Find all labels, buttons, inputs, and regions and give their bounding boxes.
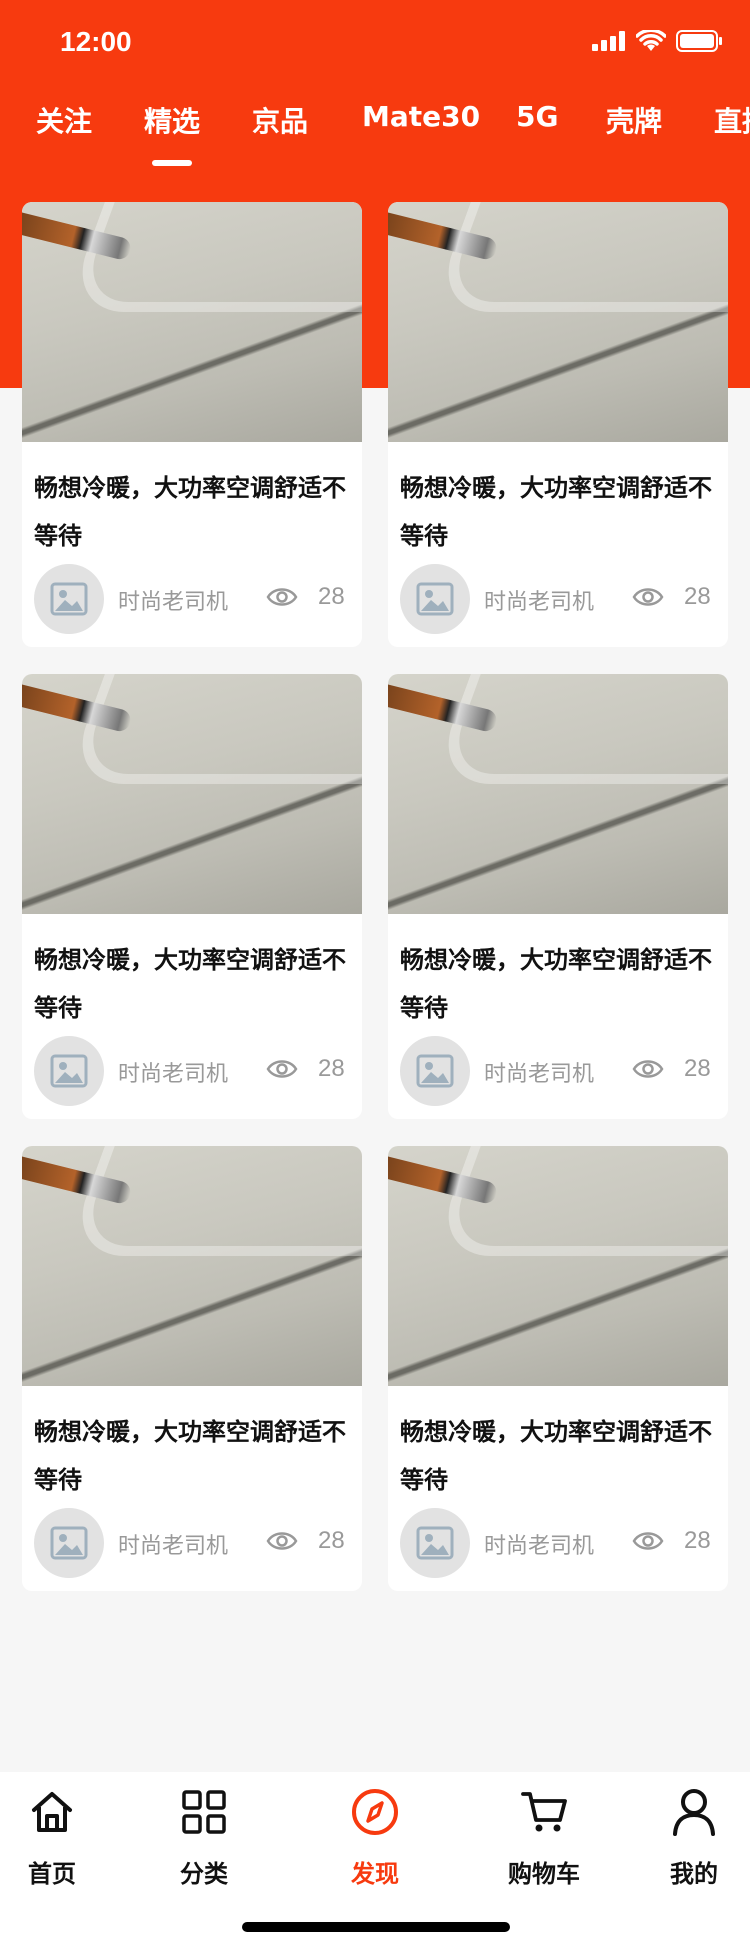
nav-cart[interactable]: 购物车 bbox=[484, 1784, 604, 1889]
article-title: 畅想冷暖，大功率空调舒适不等待 bbox=[400, 474, 712, 550]
image-placeholder-icon bbox=[416, 1054, 454, 1088]
nav-label: 购物车 bbox=[508, 1860, 580, 1888]
view-count: 28 bbox=[684, 583, 711, 610]
author-name: 时尚老司机 bbox=[118, 1534, 229, 1559]
category-tabs: 关注 精选 京品 Mate30 5G 壳牌 直播 bbox=[0, 100, 750, 180]
article-card[interactable]: 畅想冷暖，大功率空调舒适不等待 时尚老司机 28 bbox=[22, 674, 362, 1119]
article-title: 畅想冷暖，大功率空调舒适不等待 bbox=[34, 474, 346, 550]
article-meta: 时尚老司机 28 bbox=[34, 1036, 354, 1106]
tab-featured[interactable]: 精选 bbox=[144, 100, 200, 166]
tab-jingpin[interactable]: 京品 bbox=[252, 100, 308, 140]
status-time: 12:00 bbox=[60, 26, 132, 57]
nav-discover[interactable]: 发现 bbox=[315, 1784, 435, 1889]
active-tab-underline bbox=[152, 160, 192, 166]
view-count: 28 bbox=[318, 583, 345, 610]
image-placeholder-icon bbox=[416, 582, 454, 616]
author-name: 时尚老司机 bbox=[484, 1062, 595, 1087]
article-image bbox=[388, 1146, 728, 1386]
view-count: 28 bbox=[684, 1527, 711, 1554]
article-card[interactable]: 畅想冷暖，大功率空调舒适不等待 时尚老司机 28 bbox=[388, 1146, 728, 1591]
view-count: 28 bbox=[318, 1527, 345, 1554]
article-meta: 时尚老司机 28 bbox=[400, 1036, 720, 1106]
compass-icon bbox=[352, 1789, 398, 1835]
article-card[interactable]: 畅想冷暖，大功率空调舒适不等待 时尚老司机 28 bbox=[388, 202, 728, 647]
author-name: 时尚老司机 bbox=[484, 590, 595, 615]
wifi-icon bbox=[636, 30, 666, 51]
article-card[interactable]: 畅想冷暖，大功率空调舒适不等待 时尚老司机 28 bbox=[22, 202, 362, 647]
nav-label: 首页 bbox=[28, 1860, 76, 1888]
cart-icon bbox=[521, 1792, 567, 1832]
home-icon bbox=[32, 1792, 72, 1832]
tab-live[interactable]: 直播 bbox=[714, 100, 750, 140]
eye-icon bbox=[632, 1060, 664, 1078]
article-image bbox=[22, 202, 362, 442]
home-indicator bbox=[242, 1922, 510, 1932]
image-placeholder-icon bbox=[50, 1054, 88, 1088]
tab-5g[interactable]: 5G bbox=[516, 100, 558, 133]
category-grid-icon bbox=[182, 1790, 226, 1834]
nav-label: 我的 bbox=[670, 1860, 718, 1888]
article-card[interactable]: 畅想冷暖，大功率空调舒适不等待 时尚老司机 28 bbox=[22, 1146, 362, 1591]
image-placeholder-icon bbox=[50, 1526, 88, 1560]
avatar[interactable] bbox=[34, 1508, 104, 1578]
eye-icon bbox=[266, 1532, 298, 1550]
avatar[interactable] bbox=[400, 1508, 470, 1578]
avatar[interactable] bbox=[400, 1036, 470, 1106]
avatar[interactable] bbox=[34, 564, 104, 634]
article-title: 畅想冷暖，大功率空调舒适不等待 bbox=[400, 946, 712, 1022]
article-title: 畅想冷暖，大功率空调舒适不等待 bbox=[34, 1418, 346, 1494]
article-card[interactable]: 畅想冷暖，大功率空调舒适不等待 时尚老司机 28 bbox=[388, 674, 728, 1119]
eye-icon bbox=[632, 588, 664, 606]
nav-label: 分类 bbox=[180, 1860, 228, 1888]
signal-icon bbox=[592, 31, 625, 51]
status-icons bbox=[592, 30, 722, 52]
user-icon bbox=[673, 1789, 715, 1836]
eye-icon bbox=[632, 1532, 664, 1550]
article-image bbox=[22, 1146, 362, 1386]
eye-icon bbox=[266, 588, 298, 606]
battery-icon bbox=[676, 30, 722, 52]
author-name: 时尚老司机 bbox=[118, 1062, 229, 1087]
article-title: 畅想冷暖，大功率空调舒适不等待 bbox=[34, 946, 346, 1022]
nav-mine[interactable]: 我的 bbox=[634, 1784, 750, 1889]
view-count: 28 bbox=[318, 1055, 345, 1082]
article-image bbox=[388, 202, 728, 442]
article-title: 畅想冷暖，大功率空调舒适不等待 bbox=[400, 1418, 712, 1494]
author-name: 时尚老司机 bbox=[484, 1534, 595, 1559]
tab-mate30[interactable]: Mate30 bbox=[362, 100, 480, 133]
avatar[interactable] bbox=[400, 564, 470, 634]
article-meta: 时尚老司机 28 bbox=[400, 564, 720, 634]
article-image bbox=[388, 674, 728, 914]
nav-label: 发现 bbox=[351, 1860, 399, 1888]
view-count: 28 bbox=[684, 1055, 711, 1082]
avatar[interactable] bbox=[34, 1036, 104, 1106]
tab-shell[interactable]: 壳牌 bbox=[606, 100, 662, 140]
article-meta: 时尚老司机 28 bbox=[34, 1508, 354, 1578]
tab-follow[interactable]: 关注 bbox=[36, 100, 92, 140]
nav-home[interactable]: 首页 bbox=[0, 1784, 112, 1889]
author-name: 时尚老司机 bbox=[118, 590, 229, 615]
image-placeholder-icon bbox=[50, 582, 88, 616]
nav-category[interactable]: 分类 bbox=[144, 1784, 264, 1889]
article-meta: 时尚老司机 28 bbox=[34, 564, 354, 634]
article-image bbox=[22, 674, 362, 914]
status-bar: 12:00 bbox=[0, 0, 750, 88]
eye-icon bbox=[266, 1060, 298, 1078]
image-placeholder-icon bbox=[416, 1526, 454, 1560]
article-meta: 时尚老司机 28 bbox=[400, 1508, 720, 1578]
